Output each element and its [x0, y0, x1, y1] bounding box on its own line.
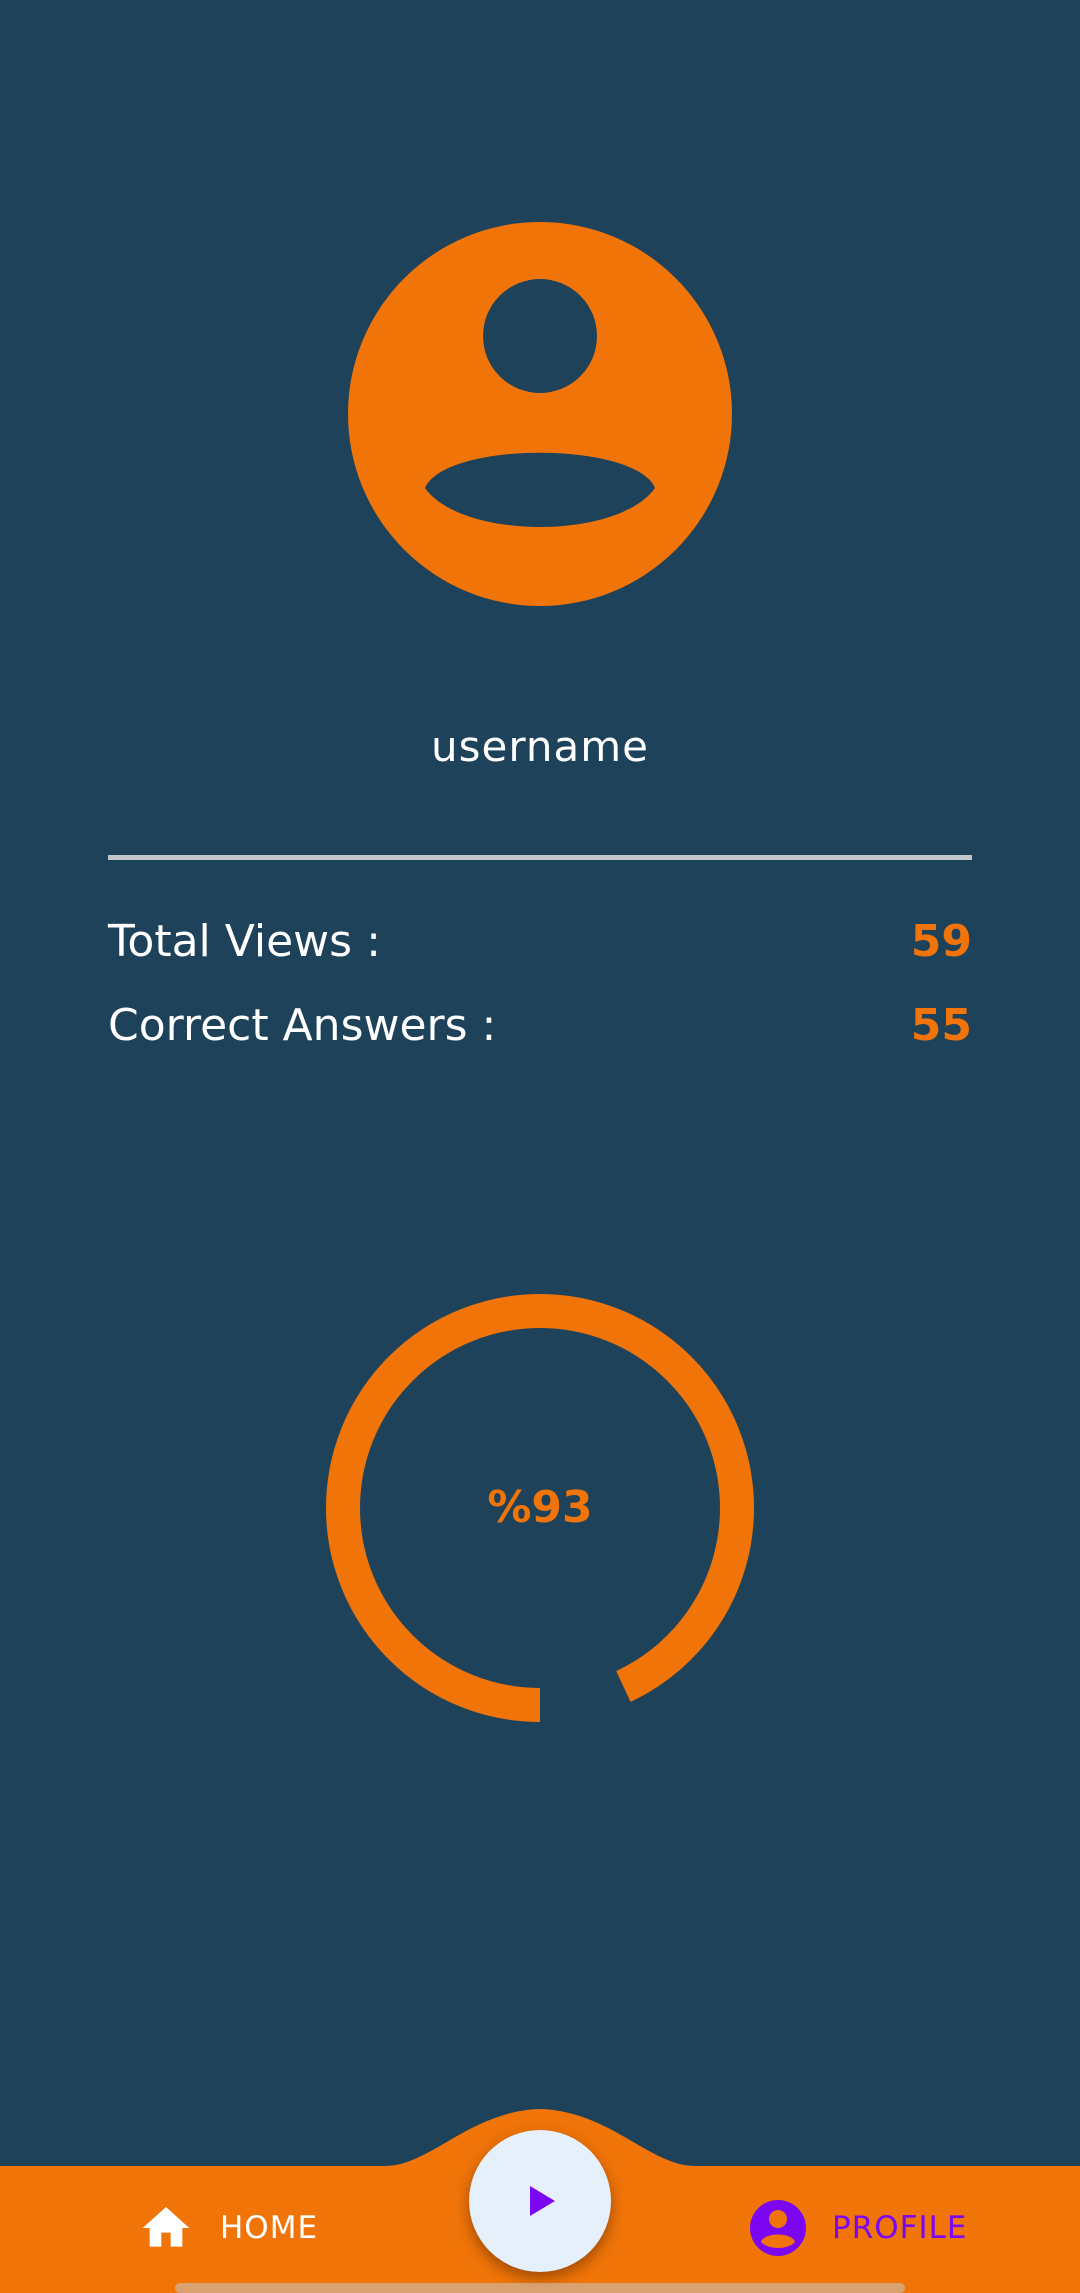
progress-ring: %93	[324, 1292, 756, 1724]
nav-profile[interactable]: PROFILE	[750, 2196, 967, 2260]
username-label: username	[431, 722, 649, 771]
account-circle-icon	[348, 222, 732, 606]
nav-home[interactable]: HOME	[138, 2196, 318, 2260]
nav-home-label: HOME	[220, 2210, 319, 2246]
gesture-bar[interactable]	[175, 2283, 905, 2293]
play-button[interactable]	[469, 2130, 611, 2272]
play-icon	[530, 2186, 555, 2216]
total-views-value: 59	[910, 916, 972, 967]
total-views-label: Total Views :	[108, 916, 381, 967]
stat-row-total-views: Total Views : 59	[108, 912, 972, 972]
divider	[108, 855, 972, 860]
correct-answers-label: Correct Answers :	[108, 1000, 497, 1051]
stat-row-correct-answers: Correct Answers : 55	[108, 996, 972, 1056]
account-circle-icon	[750, 2200, 806, 2256]
home-icon	[142, 2207, 190, 2247]
correct-answers-value: 55	[910, 1000, 972, 1051]
nav-profile-label: PROFILE	[832, 2210, 968, 2246]
profile-avatar	[348, 222, 732, 606]
progress-percent-text: %93	[487, 1482, 593, 1533]
